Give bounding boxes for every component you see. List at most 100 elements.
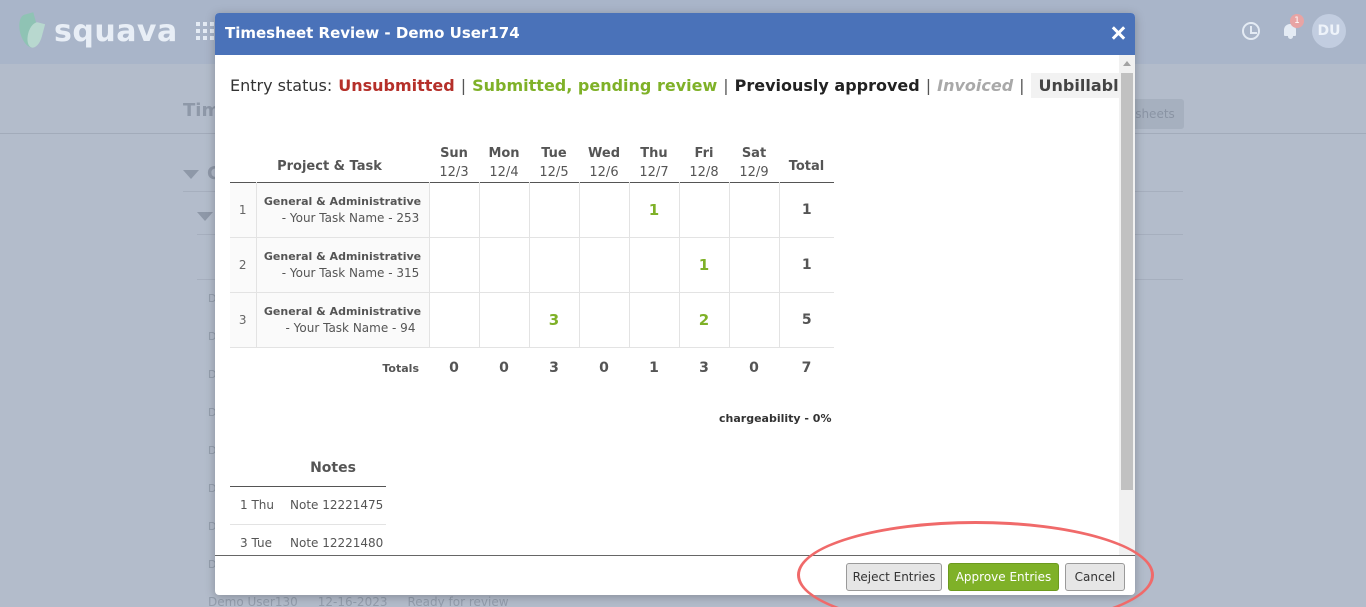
hours-cell[interactable]	[529, 182, 580, 237]
row-date: 12-16-2023	[317, 595, 388, 607]
row-total: 5	[801, 311, 812, 328]
timesheet-table: Project & Task Sun 12/3 Mon 12/4 Tue 12/5 W…	[230, 130, 834, 389]
timesheet-review-modal: Timesheet Review - Demo User174 Entry st…	[215, 13, 1135, 595]
note-day: 1 Thu	[230, 486, 290, 525]
modal-title: Timesheet Review - Demo User174	[225, 24, 520, 42]
day-header: Tue 12/5	[539, 145, 569, 180]
day-total: 0	[499, 360, 509, 377]
hours-cell[interactable]	[429, 182, 480, 237]
row-user: Demo User130	[208, 595, 298, 607]
apps-grid-icon[interactable]	[196, 22, 214, 40]
notes-header-row: Notes	[230, 450, 386, 487]
brand-name: squava	[54, 13, 178, 49]
note-row: 1 Thu Note 12221475	[230, 486, 386, 525]
status-separator: |	[460, 76, 467, 95]
hours-cell[interactable]: 1	[629, 182, 680, 237]
caret-down-icon[interactable]	[183, 170, 199, 179]
hours-cell[interactable]	[729, 237, 780, 292]
note-text: Note 12221480	[290, 524, 386, 555]
hours-cell[interactable]	[729, 182, 780, 237]
day-header: Mon 12/4	[488, 145, 520, 180]
day-total: 0	[749, 360, 759, 377]
status-label: Entry status:	[230, 76, 333, 95]
status-approved: Previously approved	[734, 76, 920, 95]
hours-cell[interactable]	[479, 292, 530, 347]
topbar-actions: 1 DU	[1242, 14, 1346, 48]
hours-cell[interactable]	[579, 182, 630, 237]
day-total: 3	[699, 360, 709, 377]
hours-cell[interactable]	[679, 182, 730, 237]
hours-cell[interactable]	[429, 237, 480, 292]
project-task-cell: General & Administrative - Your Task Name…	[256, 182, 430, 237]
status-pending: Submitted, pending review	[472, 76, 718, 95]
modal-scrollbar[interactable]	[1119, 55, 1135, 555]
day-header: Sat 12/9	[739, 145, 769, 180]
notifications-button[interactable]: 1	[1282, 14, 1304, 40]
table-row: 1 General & Administrative - Your Task Na…	[230, 182, 834, 237]
status-separator: |	[723, 76, 729, 95]
note-text: Note 12221475	[290, 486, 386, 525]
entry-status-legend: Entry status: Unsubmitted | Submitted, p…	[230, 73, 1119, 98]
scroll-up-arrow-icon[interactable]	[1123, 61, 1131, 66]
row-number: 2	[230, 237, 257, 292]
status-separator: |	[925, 76, 932, 95]
day-header: Fri 12/8	[689, 145, 719, 180]
modal-body: Entry status: Unsubmitted | Submitted, p…	[215, 55, 1119, 555]
note-day: 3 Tue	[230, 524, 290, 555]
hours-cell[interactable]: 1	[679, 237, 730, 292]
hours-cell[interactable]	[579, 237, 630, 292]
hours-cell[interactable]	[579, 292, 630, 347]
day-total: 1	[649, 360, 659, 377]
notification-badge: 1	[1290, 14, 1304, 28]
status-separator: |	[1019, 76, 1025, 95]
table-header-row: Project & Task Sun 12/3 Mon 12/4 Tue 12/5 W…	[230, 130, 834, 182]
hours-cell[interactable]	[629, 237, 680, 292]
row-total: 1	[801, 201, 812, 218]
day-header: Sun 12/3	[439, 145, 469, 180]
avatar[interactable]: DU	[1312, 14, 1346, 48]
app-logo[interactable]: squava	[15, 10, 178, 52]
hours-cell[interactable]	[629, 292, 680, 347]
cancel-button[interactable]: Cancel	[1065, 563, 1125, 591]
row-number: 1	[230, 182, 257, 237]
total-header: Total	[788, 158, 825, 174]
totals-row: Totals 0 0 3 0 1 3 0 7	[230, 347, 834, 389]
totals-label: Totals	[382, 361, 419, 375]
project-task-header: Project & Task	[277, 158, 382, 174]
hours-cell[interactable]: 3	[529, 292, 580, 347]
chargeability-label: chargeability - 0%	[719, 412, 832, 425]
background-table-row: Demo User130 12-16-2023 Ready for review	[208, 595, 509, 607]
status-unbillable: Unbillable	[1030, 73, 1119, 98]
hours-cell[interactable]	[479, 237, 530, 292]
caret-down-icon[interactable]	[197, 212, 213, 221]
close-icon[interactable]	[1111, 26, 1125, 40]
day-total: 3	[549, 360, 559, 377]
modal-header: Timesheet Review - Demo User174	[215, 13, 1135, 55]
day-header: Wed 12/6	[588, 145, 620, 180]
hours-cell[interactable]	[729, 292, 780, 347]
hours-cell[interactable]	[479, 182, 530, 237]
note-row: 3 Tue Note 12221480	[230, 524, 386, 555]
table-row: 2 General & Administrative - Your Task Na…	[230, 237, 834, 292]
day-total: 0	[449, 360, 459, 377]
approve-entries-button[interactable]: Approve Entries	[948, 563, 1059, 591]
hours-cell[interactable]	[529, 237, 580, 292]
status-invoiced: Invoiced	[937, 76, 1014, 95]
modal-footer: Reject Entries Approve Entries Cancel	[215, 555, 1135, 595]
table-row: 3 General & Administrative - Your Task Na…	[230, 292, 834, 347]
row-status: Ready for review	[407, 595, 509, 607]
project-task-cell: General & Administrative - Your Task Name…	[256, 292, 430, 347]
reject-entries-button[interactable]: Reject Entries	[846, 563, 942, 591]
day-header: Thu 12/7	[639, 145, 669, 180]
status-unsubmitted: Unsubmitted	[338, 76, 455, 95]
project-task-cell: General & Administrative - Your Task Name…	[256, 237, 430, 292]
clock-icon[interactable]	[1242, 22, 1260, 40]
row-number: 3	[230, 292, 257, 347]
hours-cell[interactable]	[429, 292, 480, 347]
scroll-thumb[interactable]	[1121, 73, 1133, 490]
hours-cell[interactable]: 2	[679, 292, 730, 347]
leaf-logo-icon	[15, 12, 46, 50]
grand-total: 7	[801, 360, 812, 377]
notes-table: Notes 1 Thu Note 12221475 3 Tue Note 122…	[230, 450, 386, 555]
day-total: 0	[599, 360, 609, 377]
